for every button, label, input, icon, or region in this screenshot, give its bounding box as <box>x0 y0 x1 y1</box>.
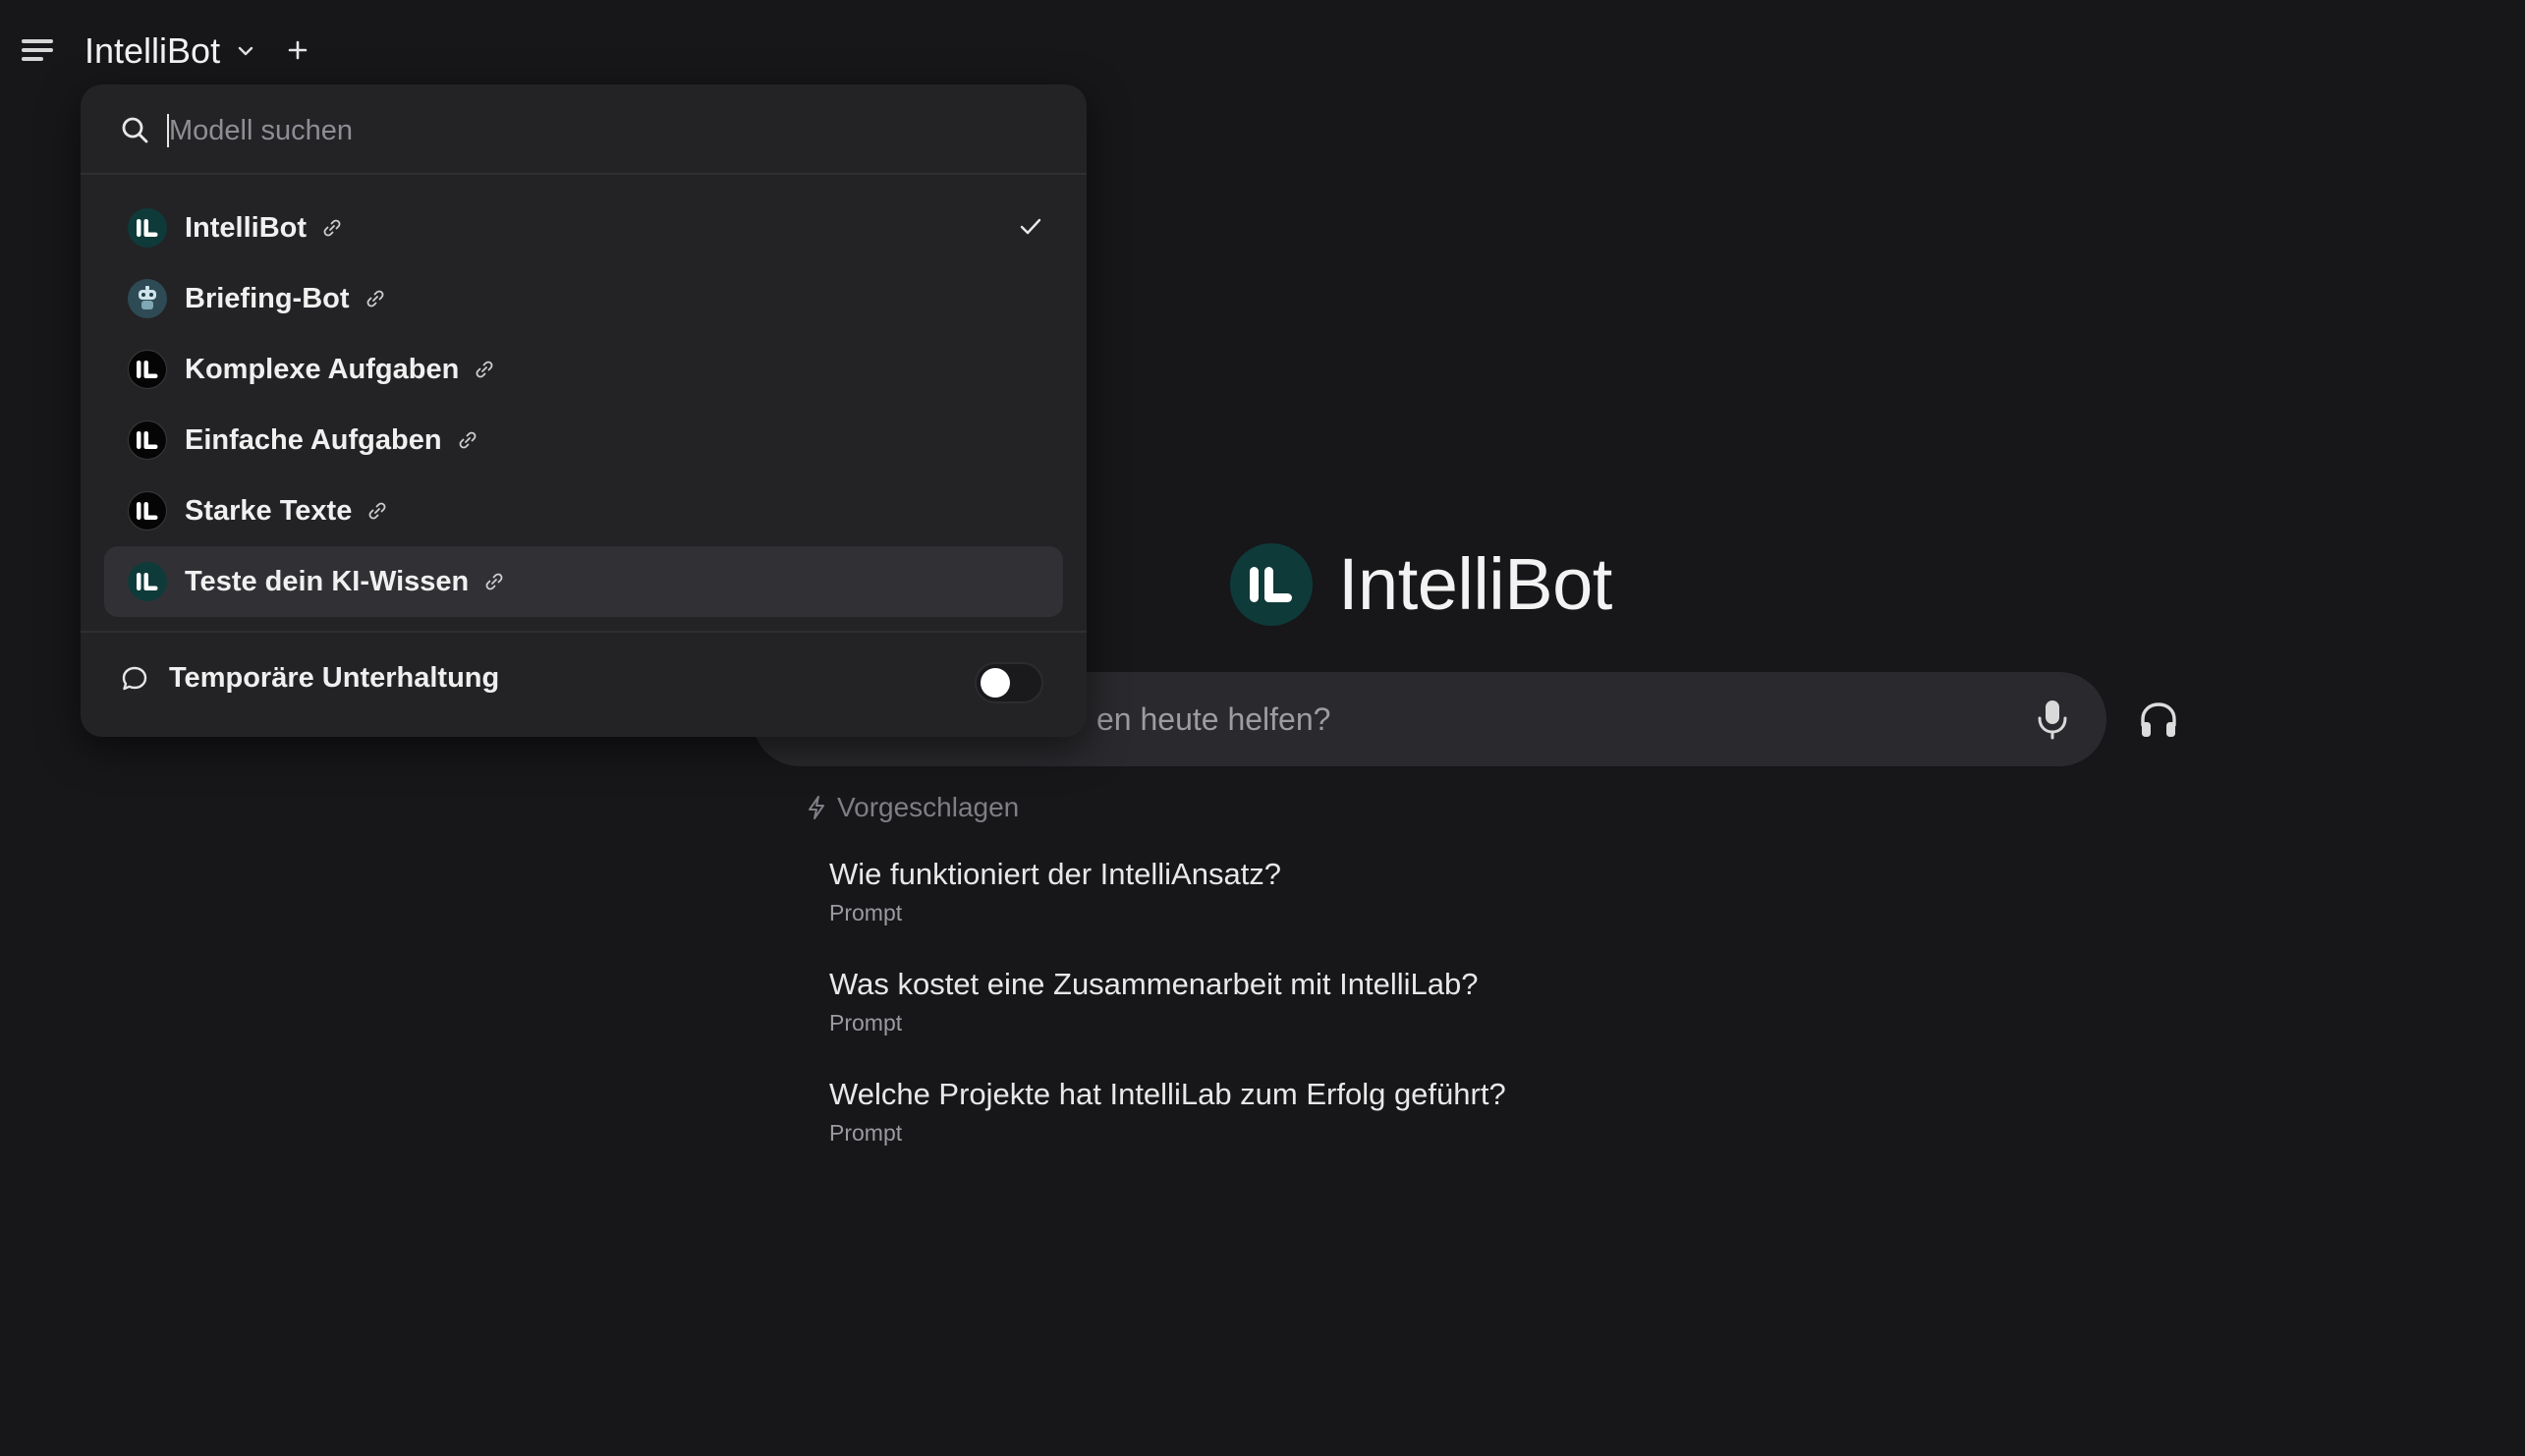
intellibot-avatar-icon <box>128 208 167 248</box>
model-item-label: Einfache Aufgaben <box>185 423 442 456</box>
suggestions-heading: Vorgeschlagen <box>806 792 1019 823</box>
model-item-label: Starke Texte <box>185 494 353 527</box>
link-icon <box>366 290 383 308</box>
intellibot-avatar-icon <box>128 562 167 601</box>
model-search-input[interactable] <box>167 106 1032 155</box>
model-item-einfache-aufgaben[interactable]: Einfache Aufgaben <box>104 405 1063 476</box>
temporary-chat-toggle[interactable] <box>975 662 1043 703</box>
temporary-chat-label: Temporäre Unterhaltung <box>169 662 500 694</box>
suggestion-item[interactable]: Wie funktioniert der IntelliAnsatz? Prom… <box>829 857 1281 926</box>
check-icon <box>1020 218 1041 235</box>
link-icon <box>476 361 493 378</box>
plus-icon[interactable] <box>283 35 312 65</box>
suggestion-item[interactable]: Was kostet eine Zusammenarbeit mit Intel… <box>829 967 1478 1036</box>
robot-avatar-icon <box>128 279 167 318</box>
search-icon <box>122 117 148 143</box>
suggestions-heading-label: Vorgeschlagen <box>837 792 1020 822</box>
model-item-teste-dein-ki-wissen[interactable]: Teste dein KI-Wissen <box>104 546 1063 617</box>
headphones-icon[interactable] <box>2138 700 2179 741</box>
lightning-icon <box>809 796 824 819</box>
intellibot-avatar-icon <box>128 350 167 389</box>
hero: IntelliBot <box>1230 542 1612 626</box>
model-item-komplexe-aufgaben[interactable]: Komplexe Aufgaben <box>104 334 1063 405</box>
link-icon <box>459 431 476 449</box>
hero-title: IntelliBot <box>1338 543 1612 625</box>
divider <box>81 631 1087 633</box>
intellibot-avatar-icon <box>128 420 167 460</box>
model-search-row <box>81 84 1087 175</box>
chat-bubble-icon <box>122 666 147 690</box>
link-icon <box>323 219 341 237</box>
suggestion-item[interactable]: Welche Projekte hat IntelliLab zum Erfol… <box>829 1077 1506 1147</box>
suggestion-question: Was kostet eine Zusammenarbeit mit Intel… <box>829 967 1479 1001</box>
temporary-chat-row: Temporäre Unterhaltung <box>120 662 499 695</box>
model-item-label: IntelliBot <box>185 211 308 244</box>
intellibot-logo-icon <box>1230 542 1313 626</box>
model-item-label: Briefing-Bot <box>185 282 350 314</box>
model-dropdown: IntelliBot Briefing-Bot Komplexe Aufgabe… <box>81 84 1087 737</box>
suggestion-question: Welche Projekte hat IntelliLab zum Erfol… <box>829 1077 1506 1111</box>
model-item-label: Komplexe Aufgaben <box>185 353 460 385</box>
text-cursor <box>167 114 169 147</box>
intellibot-avatar-icon <box>128 491 167 531</box>
model-item-intellibot[interactable]: IntelliBot <box>104 193 1063 263</box>
suggestion-type: Prompt <box>829 1010 903 1036</box>
suggestion-type: Prompt <box>829 1120 903 1146</box>
microphone-icon[interactable] <box>2036 698 2069 741</box>
suggestion-question: Wie funktioniert der IntelliAnsatz? <box>829 857 1282 891</box>
link-icon <box>368 502 386 520</box>
menu-icon[interactable] <box>18 31 57 71</box>
suggestion-type: Prompt <box>829 900 903 925</box>
toggle-knob <box>981 668 1010 698</box>
model-item-briefing-bot[interactable]: Briefing-Bot <box>104 263 1063 334</box>
model-selector[interactable]: IntelliBot <box>84 26 255 77</box>
model-item-starke-texte[interactable]: Starke Texte <box>104 476 1063 546</box>
model-selector-title: IntelliBot <box>84 30 221 71</box>
model-item-label: Teste dein KI-Wissen <box>185 565 470 597</box>
link-icon <box>485 573 503 590</box>
chevron-down-icon <box>238 46 253 56</box>
